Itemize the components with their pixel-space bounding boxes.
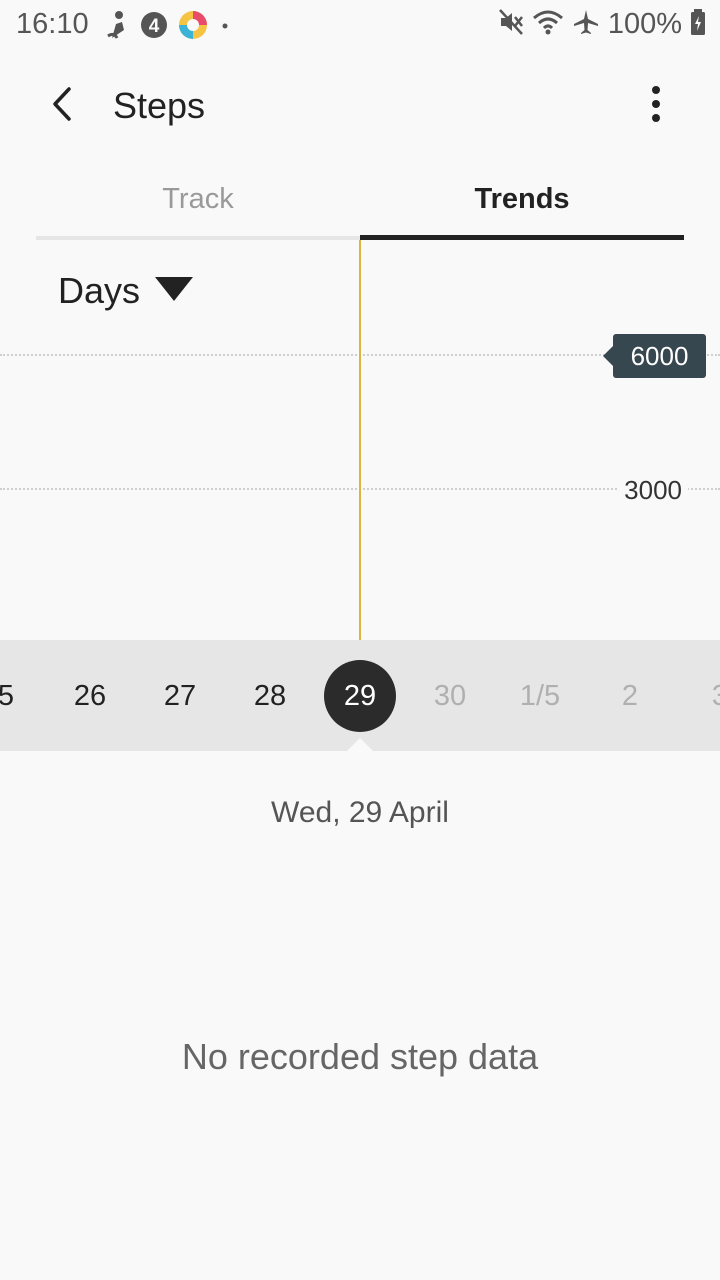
period-dropdown[interactable]: Days — [58, 270, 194, 312]
number-4-badge-icon: 4 — [140, 11, 168, 44]
status-time: 16:10 — [16, 8, 89, 40]
tab-trends[interactable]: Trends — [360, 170, 684, 240]
date-strip[interactable]: 5 26 27 28 29 30 1/5 2 3 — [0, 640, 720, 751]
tab-track[interactable]: Track — [36, 170, 360, 240]
date-item[interactable]: 3 — [684, 660, 720, 732]
notification-icons: 4 — [104, 10, 232, 45]
wifi-icon — [532, 8, 564, 41]
selected-date-label: Wed, 29 April — [271, 796, 449, 829]
dot-icon — [218, 10, 232, 45]
date-item[interactable]: 1/5 — [504, 660, 576, 732]
svg-text:4: 4 — [149, 16, 160, 37]
date-item[interactable]: 30 — [414, 660, 486, 732]
dropdown-triangle-icon — [154, 276, 194, 307]
date-item-selected[interactable]: 29 — [324, 660, 396, 732]
more-options-button[interactable] — [632, 80, 680, 132]
back-arrow-icon — [49, 86, 75, 127]
colorful-app-icon — [178, 10, 208, 45]
battery-charging-icon — [690, 8, 706, 41]
status-bar: 16:10 4 100% — [0, 0, 720, 50]
date-item[interactable]: 27 — [144, 660, 216, 732]
date-strip-notch — [346, 738, 374, 752]
app-toolbar: Steps — [0, 60, 720, 152]
y-tick-label: 3000 — [618, 475, 688, 506]
battery-percent: 100% — [607, 8, 682, 40]
goal-badge: 6000 — [603, 334, 706, 378]
empty-state-message: No recorded step data — [181, 1036, 539, 1077]
back-button[interactable] — [38, 82, 86, 130]
airplane-icon — [572, 8, 600, 41]
steps-chart[interactable]: Days 6000 3000 — [0, 240, 720, 640]
date-item[interactable]: 28 — [234, 660, 306, 732]
date-item[interactable]: 5 — [0, 660, 42, 732]
period-label: Days — [58, 270, 141, 311]
date-item[interactable]: 2 — [594, 660, 666, 732]
walking-person-icon — [104, 10, 130, 45]
more-vert-icon — [651, 85, 661, 127]
tab-bar: Track Trends — [36, 170, 684, 240]
selection-cursor-line — [359, 240, 361, 640]
date-item[interactable]: 26 — [54, 660, 126, 732]
mute-icon — [498, 8, 524, 41]
system-icons: 100% — [498, 8, 706, 41]
page-title: Steps — [113, 85, 206, 126]
